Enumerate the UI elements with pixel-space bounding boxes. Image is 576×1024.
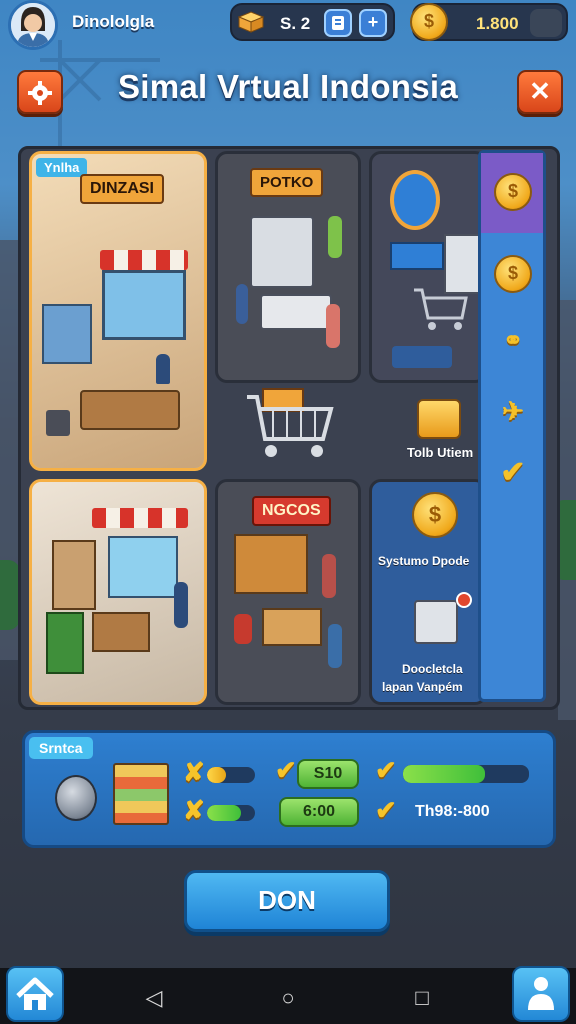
alert-badge (456, 592, 472, 608)
shop-tile-2[interactable]: POTKO (215, 151, 361, 383)
stat-text: Th98:-800 (415, 803, 490, 820)
printer-icon (414, 600, 458, 644)
stats-panel: Srntca ✘ ✘ ✔ S10 6:00 ✔ ✔ Th98:-800 (22, 730, 556, 848)
page-title: Simal Vrtual Indonsia (117, 68, 459, 105)
coin-bar: $ 1.800 (410, 3, 568, 41)
tree-left (0, 560, 20, 630)
tile-tag: Ynlha (36, 158, 88, 177)
silver-coin-icon (55, 775, 97, 821)
shopping-cart-icon (247, 388, 334, 457)
recents-square-icon[interactable]: □ (410, 986, 434, 1010)
star-check-icon: ✘ (183, 757, 205, 787)
shop-tile-3[interactable] (369, 151, 487, 383)
coin-add-slot[interactable] (530, 9, 562, 37)
checkmark-icon: ✔ (375, 755, 397, 785)
shelf-unit (52, 540, 96, 610)
item-label: Tolb Utiem (407, 445, 474, 460)
stall-counter (92, 612, 150, 652)
home-button[interactable] (6, 966, 64, 1022)
customer-figure (234, 614, 252, 644)
customer-figure (328, 624, 342, 668)
close-button[interactable]: ✕ (517, 70, 563, 114)
reward-rail: $ $ ⚭ ✈ ✔ (478, 150, 546, 702)
settings-button[interactable] (17, 70, 63, 114)
shop-tile-4[interactable] (29, 479, 207, 705)
coin-icon[interactable]: $ (494, 255, 532, 293)
mat (392, 346, 452, 368)
progress-bar-3 (403, 765, 529, 783)
add-resource-button[interactable]: + (359, 9, 387, 37)
shop-window (102, 270, 186, 340)
checkmark-icon: ✔ (275, 755, 297, 785)
gear-icon (28, 81, 52, 105)
fridge-unit (250, 216, 314, 288)
stats-tag: Srntca (29, 737, 93, 759)
link-chain-icon[interactable]: ⚭ (495, 323, 531, 359)
checkmark-icon[interactable]: ✔ (495, 455, 531, 491)
customer-figure (328, 216, 342, 258)
document-icon (332, 16, 344, 30)
customer-figure (322, 554, 336, 598)
resource-bar: S. 2 + (230, 3, 395, 41)
coin-value: 1.800 (476, 14, 519, 33)
star-check-icon: ✘ (183, 795, 205, 825)
close-icon: ✕ (529, 76, 551, 106)
crate-icon (238, 11, 264, 33)
checkmark-icon: ✔ (375, 795, 397, 825)
goods-shelf (234, 534, 308, 594)
profile-button[interactable] (512, 966, 570, 1022)
player-name: Dinololgla (72, 12, 155, 31)
doc-label-1: Doocletcla (402, 662, 463, 676)
progress-fill-3 (403, 765, 485, 783)
home-icon (16, 977, 54, 1010)
shop-globe-sign (390, 170, 440, 230)
stall-awning (92, 508, 188, 528)
doc-label-2: lapan Vanpém (382, 680, 463, 694)
progress-bar-1 (207, 767, 255, 783)
player-avatar[interactable] (8, 0, 58, 50)
shop-tile-5[interactable]: NGCOS (215, 479, 361, 705)
value-pill-1[interactable]: S10 (297, 759, 359, 789)
counter-table (80, 390, 180, 430)
coin-icon[interactable]: $ (494, 173, 532, 211)
customer-figure (236, 284, 248, 324)
produce-crate (46, 612, 84, 674)
plane-icon[interactable]: ✈ (495, 393, 531, 429)
resource-value: S. 2 (280, 14, 311, 33)
top-hud: Dinololgla S. 2 + $ 1.800 (0, 0, 576, 50)
goods-stack-icon (113, 763, 169, 825)
coin-icon: $ (412, 492, 458, 538)
shop-sign: DINZASI (80, 174, 164, 204)
progress-bar-2 (207, 805, 255, 821)
avatar-portrait-icon (11, 3, 55, 47)
bread-counter (262, 608, 322, 646)
customer-figure (174, 582, 188, 628)
system-tile[interactable]: $ Systumo Dpode Doocletcla lapan Vanpém (369, 479, 487, 705)
back-triangle-icon[interactable]: ◁ (142, 986, 166, 1010)
shopkeeper-figure (156, 354, 170, 384)
shop-sign: POTKO (250, 168, 324, 197)
shelf-unit (444, 234, 480, 294)
treasure-box-icon[interactable] (417, 399, 461, 439)
storefront (390, 242, 444, 270)
shop-awning (100, 250, 188, 270)
progress-fill-2 (207, 805, 241, 821)
crate-prop (46, 410, 70, 436)
shop-sign: NGCOS (252, 496, 331, 526)
progress-fill-1 (207, 767, 227, 783)
display-board (42, 304, 92, 364)
don-button[interactable]: DON (184, 870, 390, 932)
home-circle-icon[interactable]: ○ (276, 986, 300, 1010)
resource-info-button[interactable] (324, 9, 352, 37)
system-label: Systumo Dpode (378, 554, 470, 568)
shop-tile-1[interactable]: Ynlha DINZASI (29, 151, 207, 471)
person-icon (528, 977, 554, 1010)
stall-window (108, 536, 178, 598)
coin-icon: $ (410, 3, 448, 41)
checkout-counter (260, 294, 332, 330)
customer-figure (326, 304, 340, 348)
value-pill-2[interactable]: 6:00 (279, 797, 359, 827)
